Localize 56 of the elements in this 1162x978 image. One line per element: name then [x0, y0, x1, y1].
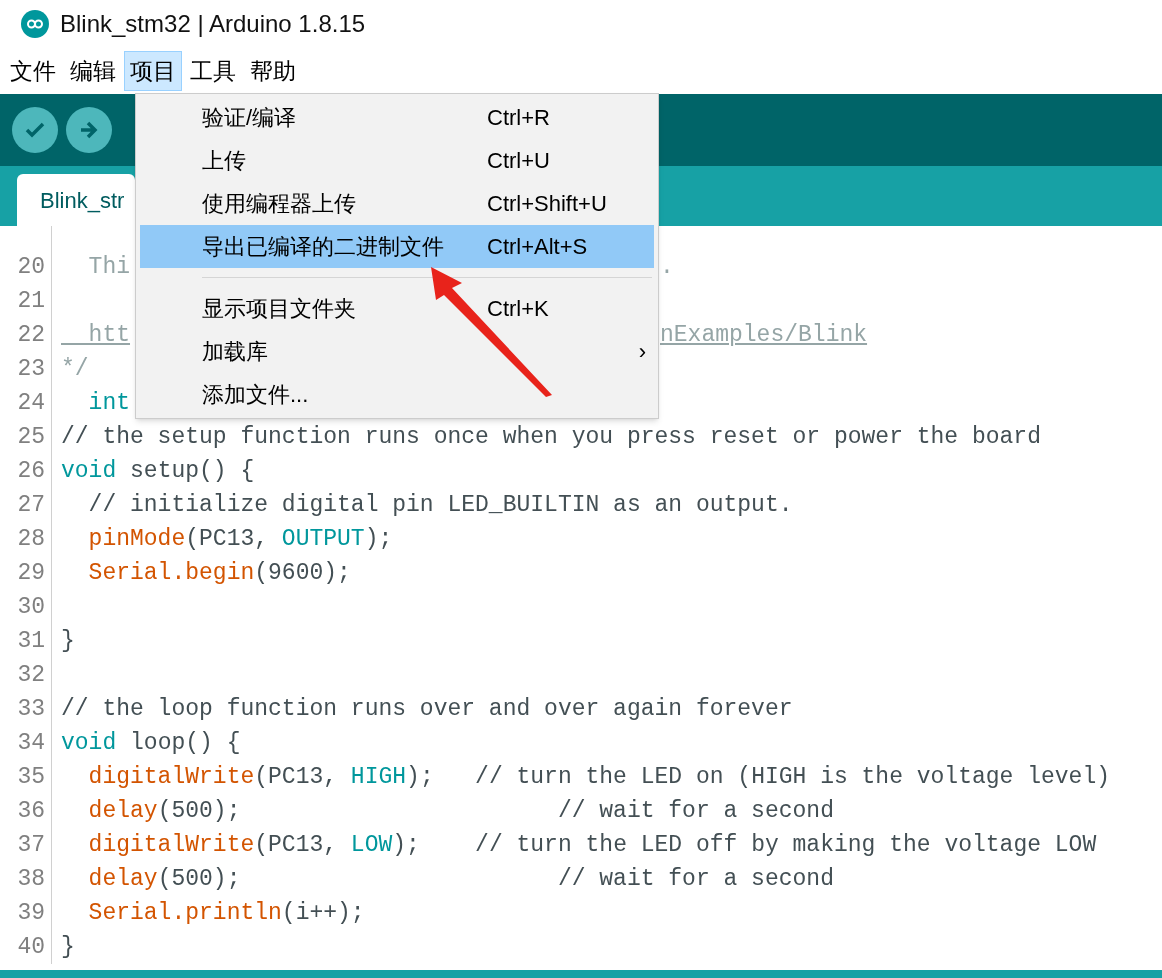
line-number: 40 — [17, 933, 45, 962]
code-line: delay(500); // wait for a second — [87, 865, 834, 894]
line-number: 30 — [17, 593, 45, 622]
window-title: Blink_stm32 | Arduino 1.8.15 — [60, 9, 366, 39]
menu-item[interactable]: 加载库 › — [140, 330, 654, 373]
menu-bar-item[interactable]: 帮助 — [244, 51, 302, 91]
line-number: 33 — [17, 695, 45, 724]
line-number: 38 — [17, 865, 45, 894]
code-line: // the loop function runs over and over again forever — [61, 695, 793, 724]
code-line: void setup() { — [61, 457, 255, 486]
code-line: } — [61, 933, 75, 962]
line-number: 20 — [17, 253, 45, 282]
line-number: 28 — [17, 525, 45, 554]
code-line: digitalWrite(PC13, HIGH); // turn the LED on (HIGH is the voltage level) — [87, 763, 1110, 792]
verify-button[interactable] — [12, 107, 58, 153]
menu-bar-item[interactable]: 编辑 — [64, 51, 122, 91]
code-line: */ — [61, 355, 89, 384]
menu-bar-item[interactable]: 项目 — [124, 51, 182, 91]
code-line: // the setup function runs once when you press reset or power the board — [61, 423, 1041, 452]
line-number: 39 — [17, 899, 45, 928]
code-line: int — [87, 389, 130, 418]
code-line: // initialize digital pin LED_BUILTIN as an output. — [87, 491, 793, 520]
menu-item[interactable]: 使用编程器上传 Ctrl+Shift+U — [140, 182, 654, 225]
menu-item[interactable]: 上传 Ctrl+U — [140, 139, 654, 182]
menu-item[interactable]: 添加文件... — [140, 373, 654, 416]
code-line: pinMode(PC13, OUTPUT); — [87, 525, 393, 554]
code-line: digitalWrite(PC13, LOW); // turn the LED off by making the voltage LOW — [87, 831, 1097, 860]
upload-button[interactable] — [66, 107, 112, 153]
line-number: 37 — [17, 831, 45, 860]
line-number: 25 — [17, 423, 45, 452]
line-number: 23 — [17, 355, 45, 384]
line-number: 22 — [17, 321, 45, 350]
code-line: nExamples/Blink — [660, 321, 868, 350]
line-number: 21 — [17, 287, 45, 316]
code-line: } — [61, 627, 75, 656]
line-number: 35 — [17, 763, 45, 792]
code-line: delay(500); // wait for a second — [87, 797, 834, 826]
app-logo-icon — [20, 9, 50, 39]
line-number: 24 — [17, 389, 45, 418]
code-line: . — [660, 253, 674, 282]
line-number: 29 — [17, 559, 45, 588]
menu-bar-item[interactable]: 文件 — [4, 51, 62, 91]
code-line: Serial.begin(9600); — [87, 559, 351, 588]
file-tab[interactable]: Blink_str — [17, 174, 135, 226]
line-number: 26 — [17, 457, 45, 486]
line-number: 36 — [17, 797, 45, 826]
line-number: 27 — [17, 491, 45, 520]
menu-item[interactable]: 显示项目文件夹 Ctrl+K — [140, 287, 654, 330]
code-line: void loop() { — [61, 729, 241, 758]
menu-item[interactable]: 导出已编译的二进制文件 Ctrl+Alt+S — [140, 225, 654, 268]
menu-bar-item[interactable]: 工具 — [184, 51, 242, 91]
line-number: 34 — [17, 729, 45, 758]
code-line: Thi — [87, 253, 130, 282]
line-number: 31 — [17, 627, 45, 656]
line-number: 32 — [17, 661, 45, 690]
code-line: Serial.println(i++); — [87, 899, 365, 928]
